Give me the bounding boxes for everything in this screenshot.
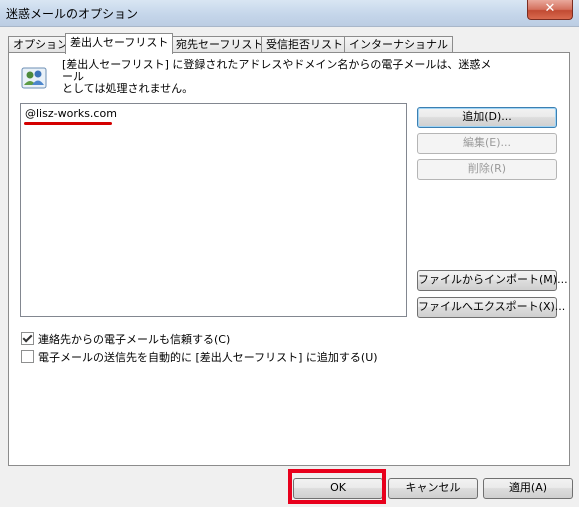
trust-contacts-checkbox[interactable] xyxy=(21,332,34,345)
title-bar: 迷惑メールのオプション ✕ xyxy=(0,0,579,27)
red-underline-annotation xyxy=(24,122,112,125)
description-line-2: としては処理されません。 xyxy=(62,82,194,95)
trust-contacts-label: 連絡先からの電子メールも信頼する(C) xyxy=(38,333,231,346)
import-button[interactable]: ファイルからインポート(M)... xyxy=(417,270,568,291)
window-title: 迷惑メールのオプション xyxy=(6,7,139,21)
tab-options[interactable]: オプション xyxy=(8,36,73,53)
auto-add-recipients-label: 電子メールの送信先を自動的に [差出人セーフリスト] に追加する(U) xyxy=(38,351,378,364)
description-text: [差出人セーフリスト] に登録されたアドレスやドメイン名からの電子メールは、迷惑… xyxy=(62,59,502,95)
close-button[interactable]: ✕ xyxy=(527,0,573,20)
description-line-1: [差出人セーフリスト] に登録されたアドレスやドメイン名からの電子メールは、迷惑… xyxy=(62,58,492,83)
contacts-icon xyxy=(21,67,47,89)
apply-button[interactable]: 適用(A) xyxy=(483,478,573,499)
trust-contacts-option[interactable]: 連絡先からの電子メールも信頼する(C) xyxy=(21,331,231,346)
safe-senders-list[interactable]: @lisz-works.com xyxy=(20,103,407,317)
ok-highlight-annotation xyxy=(288,469,386,504)
tab-blocked-senders[interactable]: 受信拒否リスト xyxy=(261,36,348,53)
delete-button[interactable]: 削除(R) xyxy=(417,159,557,180)
auto-add-recipients-option[interactable]: 電子メールの送信先を自動的に [差出人セーフリスト] に追加する(U) xyxy=(21,349,378,364)
tab-international[interactable]: インターナショナル xyxy=(344,36,453,53)
safe-senders-panel: [差出人セーフリスト] に登録されたアドレスやドメイン名からの電子メールは、迷惑… xyxy=(8,52,570,466)
auto-add-recipients-checkbox[interactable] xyxy=(21,350,34,363)
cancel-button[interactable]: キャンセル xyxy=(388,478,478,499)
list-item[interactable]: @lisz-works.com xyxy=(25,107,117,120)
tab-safe-recipients[interactable]: 宛先セーフリスト xyxy=(171,36,269,53)
add-button[interactable]: 追加(D)... xyxy=(417,107,557,128)
edit-button[interactable]: 編集(E)... xyxy=(417,133,557,154)
junk-mail-options-dialog: 迷惑メールのオプション ✕ オプション 差出人セーフリスト 宛先セーフリスト 受… xyxy=(0,0,579,507)
tab-safe-senders[interactable]: 差出人セーフリスト xyxy=(65,33,174,54)
export-button[interactable]: ファイルへエクスポート(X)... xyxy=(417,297,565,318)
